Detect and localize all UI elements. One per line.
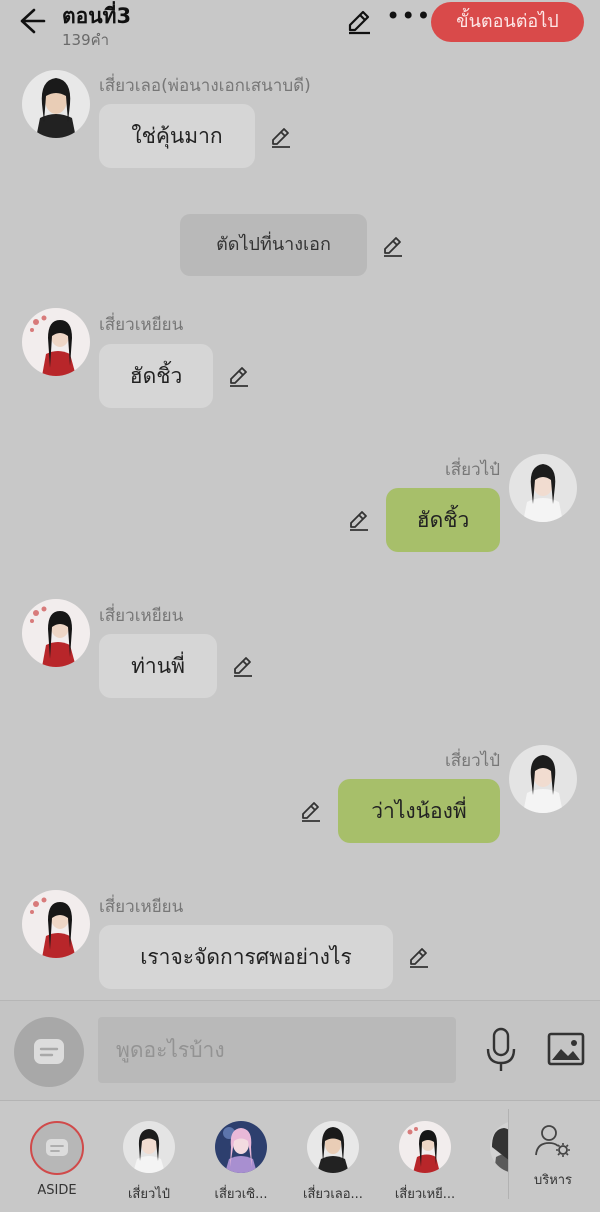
- narration-bubble[interactable]: ตัดไปที่นางเอก: [180, 214, 367, 276]
- aside-toggle-button[interactable]: [14, 1017, 84, 1087]
- character-item-partial[interactable]: [476, 1121, 508, 1183]
- chat-area[interactable]: เสี่ยวเลอ(พ่อนางเอกเสนาบดี) ใช่คุ้นมาก ต…: [0, 56, 600, 1000]
- message-bubble[interactable]: ท่านพี่: [99, 634, 217, 698]
- image-icon[interactable]: [546, 1029, 586, 1069]
- sender-name: เสี่ยวเลอ(พ่อนางเอกเสนาบดี): [99, 76, 311, 96]
- character-name: เสี่ยวไป๋: [127, 1187, 171, 1202]
- sender-name: เสี่ยวเหยียน: [99, 315, 184, 335]
- input-bar: [0, 1000, 600, 1100]
- avatar[interactable]: [509, 745, 577, 813]
- character-name: เสี่ยวเลอ...: [303, 1187, 363, 1202]
- edit-message-icon[interactable]: [230, 653, 256, 679]
- edit-message-icon[interactable]: [346, 507, 372, 533]
- back-arrow-icon[interactable]: [14, 4, 48, 38]
- chat-bubble-icon: [34, 1039, 64, 1064]
- avatar[interactable]: [22, 308, 90, 376]
- user-settings-icon: [535, 1125, 570, 1157]
- avatar[interactable]: [509, 454, 577, 522]
- character-item[interactable]: เสี่ยวไป๋: [108, 1121, 190, 1204]
- divider: [508, 1109, 509, 1199]
- sender-name: เสี่ยวเหยียน: [99, 897, 184, 917]
- avatar[interactable]: [22, 599, 90, 667]
- next-step-button[interactable]: ขั้นตอนต่อไป: [431, 2, 584, 42]
- message-bubble[interactable]: เราจะจัดการศพอย่างไร: [99, 925, 393, 989]
- edit-narration-icon[interactable]: [380, 233, 406, 259]
- sender-name: เสี่ยวเหยียน: [99, 606, 184, 626]
- manage-label: บริหาร: [533, 1173, 573, 1188]
- message-bubble[interactable]: ว่าไงน้องพี่: [338, 779, 500, 843]
- avatar[interactable]: [22, 70, 90, 138]
- avatar[interactable]: [22, 890, 90, 958]
- character-name: ASIDE: [37, 1183, 77, 1198]
- message-input[interactable]: [98, 1017, 456, 1083]
- character-item[interactable]: เสี่ยวเลอ...: [292, 1121, 374, 1204]
- edit-message-icon[interactable]: [406, 944, 432, 970]
- sender-name: เสี่ยวไป๋: [444, 751, 500, 771]
- character-item[interactable]: เสี่ยวเหยี...: [384, 1121, 466, 1204]
- character-aside[interactable]: ASIDE: [16, 1121, 98, 1198]
- word-count: 139คำ: [62, 31, 110, 49]
- sender-name: เสี่ยวไป๋: [444, 460, 500, 480]
- character-name: เสี่ยวเซิ...: [214, 1187, 268, 1202]
- chat-bubble-icon: [46, 1139, 68, 1156]
- more-icon[interactable]: •••: [386, 2, 431, 30]
- edit-message-icon[interactable]: [268, 124, 294, 150]
- manage-characters-button[interactable]: บริหาร: [520, 1123, 586, 1190]
- aside-avatar: [30, 1121, 84, 1175]
- character-item[interactable]: เสี่ยวเซิ...: [200, 1121, 282, 1204]
- character-name: เสี่ยวเหยี...: [394, 1187, 456, 1202]
- avatar: [307, 1121, 359, 1173]
- avatar: [399, 1121, 451, 1173]
- avatar: [215, 1121, 267, 1173]
- avatar: [490, 1121, 508, 1173]
- edit-title-icon[interactable]: [344, 6, 374, 36]
- message-bubble[interactable]: ฮัดชิ้ว: [99, 344, 213, 408]
- avatar: [123, 1121, 175, 1173]
- edit-message-icon[interactable]: [298, 798, 324, 824]
- header: ตอนที่3 139คำ ••• ขั้นตอนต่อไป: [0, 0, 600, 56]
- character-bar: ASIDE เสี่ยวไป๋ เสี่ยวเซิ... เสี่ยวเลอ..…: [0, 1100, 600, 1212]
- edit-message-icon[interactable]: [226, 363, 252, 389]
- microphone-icon[interactable]: [484, 1027, 518, 1073]
- message-bubble[interactable]: ใช่คุ้นมาก: [99, 104, 255, 168]
- message-bubble[interactable]: ฮัดชิ้ว: [386, 488, 500, 552]
